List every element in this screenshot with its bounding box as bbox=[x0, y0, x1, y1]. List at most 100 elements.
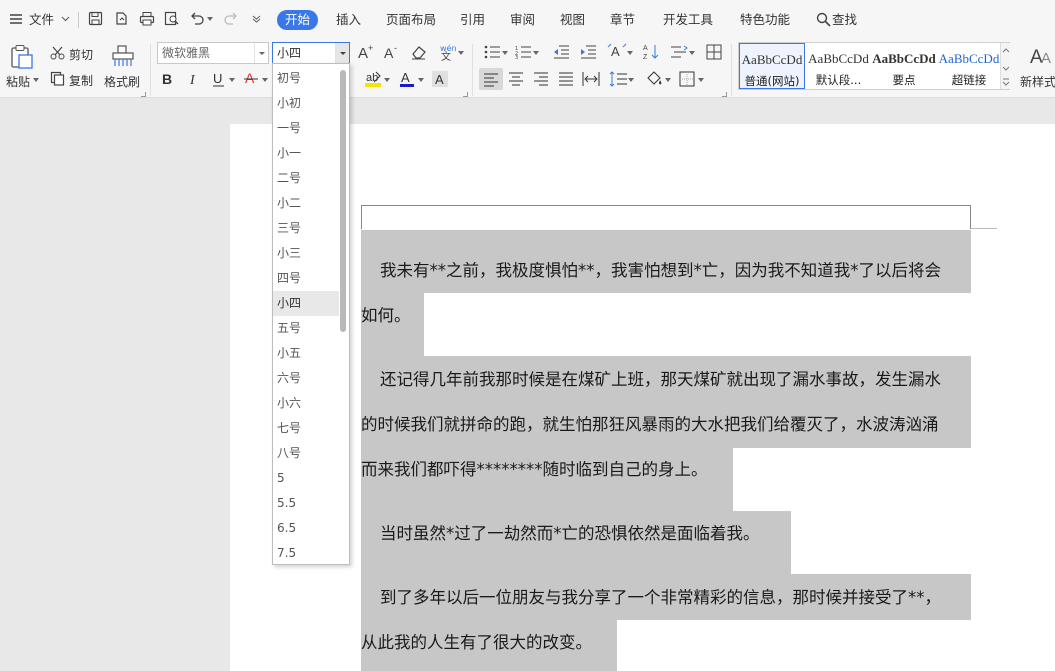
font-name-combo[interactable]: 微软雅黑 bbox=[157, 42, 269, 64]
highlight-dropdown-icon[interactable] bbox=[384, 78, 390, 82]
underline-dropdown-icon[interactable] bbox=[229, 78, 235, 82]
shading-dropdown-icon[interactable] bbox=[665, 78, 671, 82]
paste-icon[interactable] bbox=[10, 44, 34, 70]
tab-view[interactable]: 视图 bbox=[560, 10, 585, 30]
search-button[interactable]: 查找 bbox=[832, 10, 857, 30]
tab-special-features[interactable]: 特色功能 bbox=[740, 10, 790, 30]
tab-references[interactable]: 引用 bbox=[460, 10, 485, 30]
text-direction-icon[interactable]: A bbox=[607, 43, 627, 60]
table-grid-icon[interactable] bbox=[706, 44, 722, 60]
font-size-option[interactable]: 二号 bbox=[273, 166, 339, 191]
font-size-option[interactable]: 6.5 bbox=[273, 516, 339, 541]
undo-icon[interactable] bbox=[190, 12, 204, 25]
text-direction-dropdown-icon[interactable] bbox=[627, 51, 633, 55]
paragraph-dialog-launcher[interactable] bbox=[722, 92, 727, 97]
paragraph-spacing-dropdown-icon[interactable] bbox=[689, 51, 695, 55]
customize-toolbar-icon[interactable] bbox=[252, 14, 261, 23]
character-shading-icon[interactable]: A bbox=[432, 70, 448, 87]
dropdown-scrollbar[interactable] bbox=[340, 70, 346, 332]
tab-review[interactable]: 审阅 bbox=[510, 10, 535, 30]
font-size-option[interactable]: 5 bbox=[273, 466, 339, 491]
font-size-option[interactable]: 四号 bbox=[273, 266, 339, 291]
bullet-dropdown-icon[interactable] bbox=[502, 51, 508, 55]
new-style-icon[interactable]: AA bbox=[1030, 44, 1055, 66]
font-color-dropdown-icon[interactable] bbox=[418, 78, 424, 82]
new-style-button[interactable]: 新样式 bbox=[1020, 73, 1055, 90]
tab-insert[interactable]: 插入 bbox=[336, 10, 361, 30]
font-size-option[interactable]: 7.5 bbox=[273, 541, 339, 564]
shading-fill-icon[interactable] bbox=[645, 70, 663, 87]
print-icon[interactable] bbox=[139, 11, 155, 26]
paragraph-line[interactable]: 而来我们都吓得********随时临到自己的身上。 bbox=[361, 459, 708, 481]
paragraph-spacing-icon[interactable] bbox=[670, 45, 688, 59]
phonetic-guide-icon[interactable]: wén 文 bbox=[438, 43, 458, 61]
print-preview-icon[interactable] bbox=[164, 11, 180, 26]
increase-indent-icon[interactable] bbox=[580, 45, 596, 59]
numbered-dropdown-icon[interactable] bbox=[533, 51, 539, 55]
font-size-option[interactable]: 小二 bbox=[273, 191, 339, 216]
chevron-down-icon[interactable] bbox=[335, 43, 349, 63]
font-size-option[interactable]: 5.5 bbox=[273, 491, 339, 516]
line-spacing-dropdown-icon[interactable] bbox=[628, 78, 634, 82]
tab-home[interactable]: 开始 bbox=[277, 10, 319, 30]
style-default-paragraph[interactable]: AaBbCcDd 默认段... bbox=[806, 43, 871, 89]
chevron-down-icon[interactable] bbox=[254, 43, 268, 63]
clipboard-dialog-launcher[interactable] bbox=[141, 92, 146, 97]
align-left-button[interactable] bbox=[479, 68, 503, 90]
chevron-down-icon[interactable] bbox=[61, 16, 70, 22]
font-dialog-launcher[interactable] bbox=[463, 92, 468, 97]
align-right-icon[interactable] bbox=[533, 72, 549, 86]
gallery-scroll[interactable] bbox=[1000, 43, 1010, 89]
paragraph-line[interactable]: 当时虽然*过了一劫然而*亡的恐惧依然是面临着我。 bbox=[380, 523, 760, 545]
bold-icon[interactable]: B bbox=[161, 71, 175, 87]
font-size-option[interactable]: 三号 bbox=[273, 216, 339, 241]
clear-formatting-icon[interactable] bbox=[410, 44, 428, 60]
strikethrough-dropdown-icon[interactable] bbox=[262, 78, 268, 82]
format-painter-icon[interactable] bbox=[111, 44, 135, 68]
copy-button[interactable]: 复制 bbox=[69, 72, 93, 89]
paragraph-line[interactable]: 到了多年以后一位朋友与我分享了一个非常精彩的信息，那时候并接受了**， bbox=[380, 587, 941, 609]
sort-icon[interactable]: AZ bbox=[643, 43, 661, 60]
phonetic-dropdown-icon[interactable] bbox=[458, 51, 464, 55]
paragraph-line[interactable]: 的时候我们就拼命的跑，就生怕那狂风暴雨的大水把我们给覆灭了，水波涛汹涌 bbox=[361, 414, 939, 436]
tab-developer[interactable]: 开发工具 bbox=[663, 10, 713, 30]
file-menu[interactable]: 文件 bbox=[29, 10, 54, 30]
font-size-option[interactable]: 小初 bbox=[273, 91, 339, 116]
underline-icon[interactable]: U bbox=[211, 71, 227, 88]
decrease-indent-icon[interactable] bbox=[553, 45, 569, 59]
paste-dropdown-icon[interactable] bbox=[33, 78, 39, 82]
save-icon[interactable] bbox=[88, 11, 103, 26]
borders-dropdown-icon[interactable] bbox=[698, 78, 704, 82]
style-strong[interactable]: AaBbCcDd 要点 bbox=[871, 43, 937, 89]
font-size-option[interactable]: 六号 bbox=[273, 366, 339, 391]
font-size-value[interactable]: 小四 bbox=[277, 46, 301, 60]
bullet-list-icon[interactable] bbox=[484, 45, 500, 59]
increase-font-size-icon[interactable]: A + bbox=[357, 44, 375, 60]
distributed-align-icon[interactable] bbox=[582, 71, 600, 87]
style-hyperlink[interactable]: AaBbCcDd 超链接 bbox=[937, 43, 1001, 89]
paragraph-line[interactable]: 从此我的人生有了很大的改变。 bbox=[361, 632, 592, 654]
font-size-option[interactable]: 小六 bbox=[273, 391, 339, 416]
font-size-option[interactable]: 七号 bbox=[273, 416, 339, 441]
paste-button[interactable]: 粘贴 bbox=[6, 73, 30, 90]
font-size-option[interactable]: 小三 bbox=[273, 241, 339, 266]
font-size-combo[interactable]: 小四 bbox=[272, 42, 350, 64]
format-painter-button[interactable]: 格式刷 bbox=[104, 73, 140, 90]
numbered-list-icon[interactable]: 123 bbox=[515, 45, 531, 59]
align-center-icon[interactable] bbox=[508, 72, 524, 86]
decrease-font-size-icon[interactable]: A- bbox=[383, 44, 401, 60]
font-size-option[interactable]: 八号 bbox=[273, 441, 339, 466]
line-spacing-icon[interactable] bbox=[609, 71, 627, 87]
tab-chapter[interactable]: 章节 bbox=[610, 10, 635, 30]
font-size-option-selected[interactable]: 小四 bbox=[273, 291, 339, 316]
font-size-option[interactable]: 一号 bbox=[273, 116, 339, 141]
scissors-icon[interactable] bbox=[50, 46, 65, 60]
undo-dropdown-icon[interactable] bbox=[207, 17, 213, 21]
font-size-option[interactable]: 初号 bbox=[273, 66, 339, 91]
borders-icon[interactable] bbox=[679, 71, 695, 87]
font-size-option[interactable]: 五号 bbox=[273, 316, 339, 341]
copy-icon[interactable] bbox=[50, 71, 65, 86]
strikethrough-icon[interactable]: A bbox=[243, 70, 259, 87]
justify-icon[interactable] bbox=[558, 72, 574, 86]
export-icon[interactable] bbox=[114, 11, 129, 26]
